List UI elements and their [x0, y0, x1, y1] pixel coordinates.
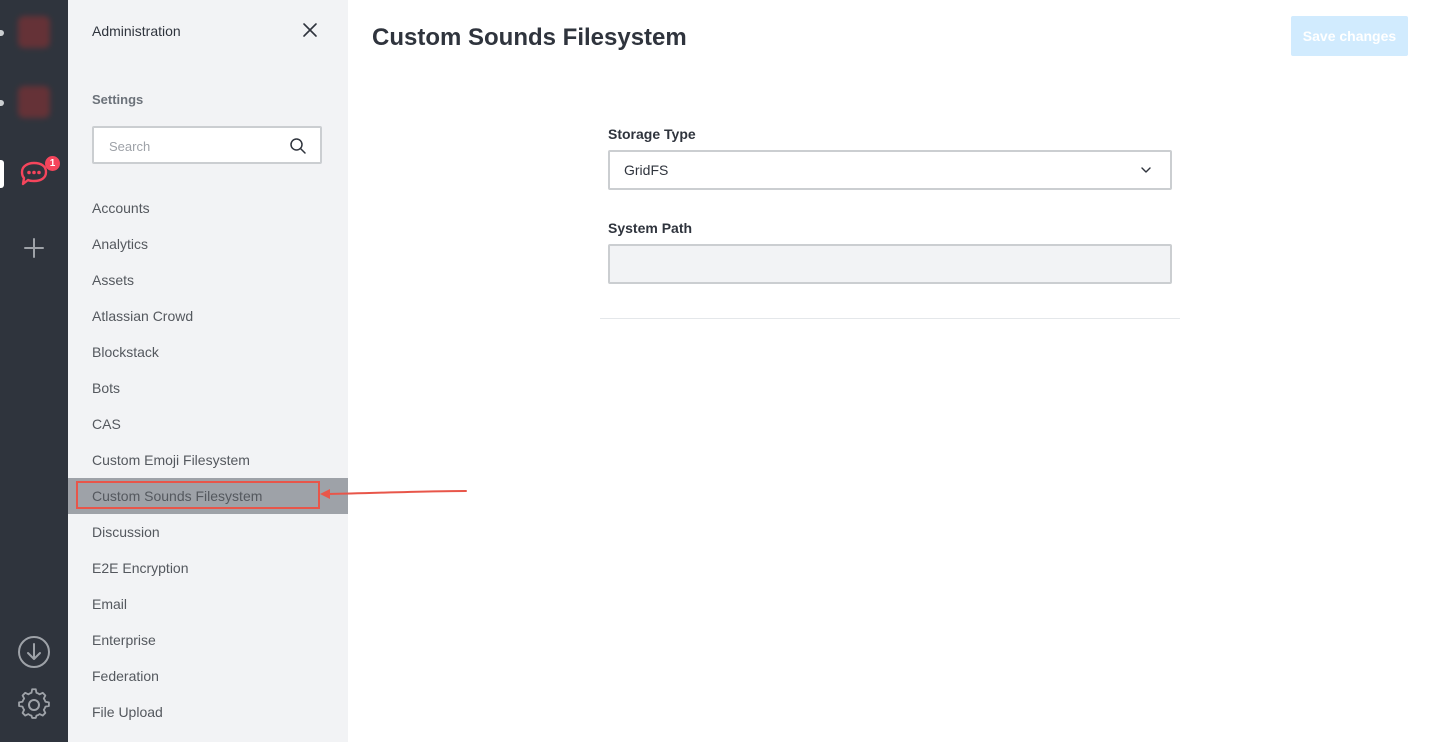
- sidebar-item-federation[interactable]: Federation: [68, 658, 348, 694]
- sidebar-item-custom-sounds-filesystem[interactable]: Custom Sounds Filesystem: [68, 478, 348, 514]
- chevron-down-icon: [1141, 167, 1151, 173]
- sidebar-item-analytics[interactable]: Analytics: [68, 226, 348, 262]
- sidebar-item-assets[interactable]: Assets: [68, 262, 348, 298]
- section-heading: Settings: [92, 92, 144, 107]
- system-path-field[interactable]: [608, 244, 1172, 284]
- system-path-label: System Path: [608, 220, 693, 236]
- download-icon[interactable]: [17, 635, 51, 669]
- plus-icon[interactable]: [22, 236, 46, 260]
- page-title: Custom Sounds Filesystem: [372, 24, 687, 51]
- sidebar-item-custom-emoji-filesystem[interactable]: Custom Emoji Filesystem: [68, 442, 348, 478]
- sidebar-item-discussion[interactable]: Discussion: [68, 514, 348, 550]
- sidebar-item-atlassian-crowd[interactable]: Atlassian Crowd: [68, 298, 348, 334]
- admin-sidebar: Administration Settings Accounts Analyti…: [68, 0, 348, 742]
- gear-icon[interactable]: [17, 688, 51, 722]
- annotation-arrow-icon: [320, 489, 467, 499]
- sidebar-item-cas[interactable]: CAS: [68, 406, 348, 442]
- sidebar-item-email[interactable]: Email: [68, 586, 348, 622]
- search-icon[interactable]: [289, 137, 307, 155]
- sidebar-item-bots[interactable]: Bots: [68, 370, 348, 406]
- search-box: [92, 126, 322, 164]
- search-input[interactable]: [107, 136, 281, 156]
- annotation-highlight-box: [76, 481, 320, 509]
- storage-type-value: GridFS: [624, 162, 669, 178]
- storage-type-label: Storage Type: [608, 126, 696, 142]
- sidebar-item-file-upload[interactable]: File Upload: [68, 694, 348, 730]
- storage-type-select[interactable]: GridFS: [608, 150, 1172, 190]
- save-changes-button[interactable]: Save changes: [1291, 16, 1408, 56]
- unread-indicator: [0, 30, 4, 36]
- sidebar-item-e2e-encryption[interactable]: E2E Encryption: [68, 550, 348, 586]
- settings-nav: Accounts Analytics Assets Atlassian Crow…: [68, 190, 348, 730]
- sidebar-item-enterprise[interactable]: Enterprise: [68, 622, 348, 658]
- sidebar-title: Administration: [92, 23, 181, 39]
- workspace-avatar-icon[interactable]: [18, 16, 50, 48]
- sidebar-item-blockstack[interactable]: Blockstack: [68, 334, 348, 370]
- section-divider: [600, 318, 1180, 319]
- workspace-avatar-icon[interactable]: [18, 86, 50, 118]
- server-rail: 1: [0, 0, 68, 742]
- sidebar-item-accounts[interactable]: Accounts: [68, 190, 348, 226]
- active-server-indicator: [0, 160, 4, 188]
- close-icon[interactable]: [300, 20, 320, 40]
- notification-badge: 1: [45, 156, 60, 171]
- unread-indicator: [0, 100, 4, 106]
